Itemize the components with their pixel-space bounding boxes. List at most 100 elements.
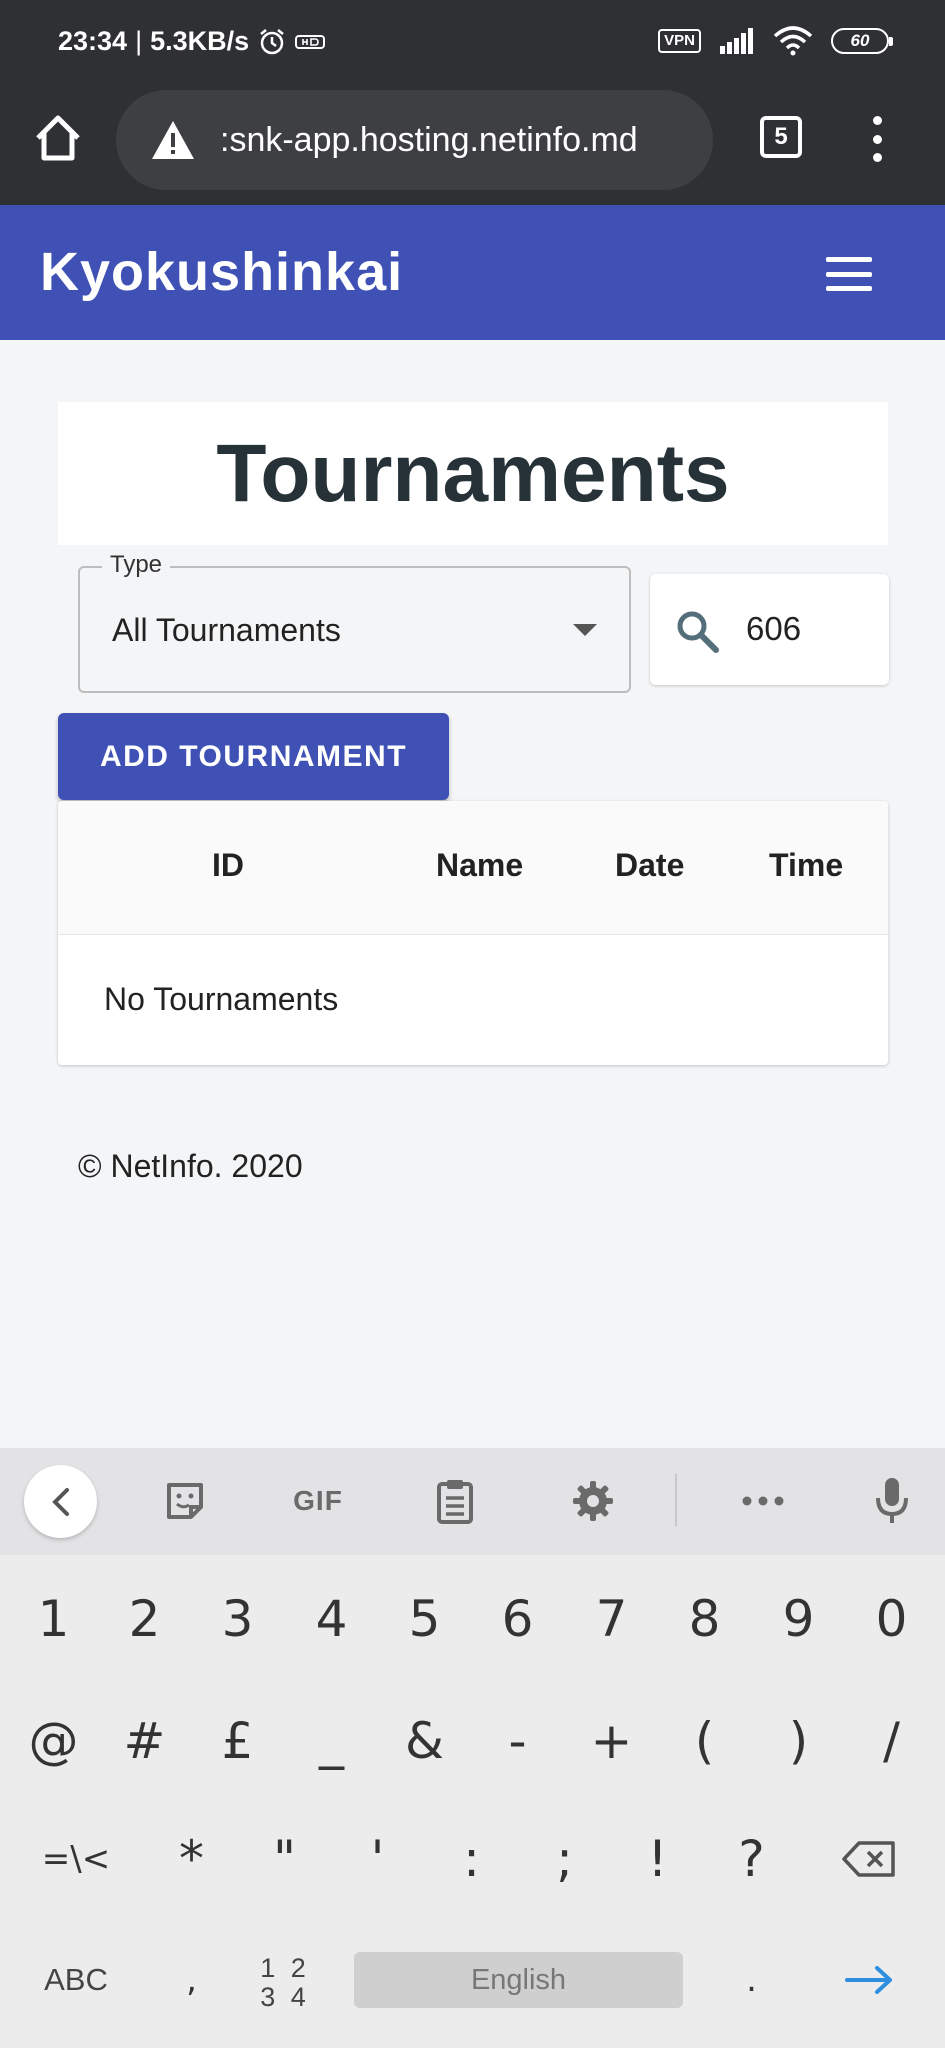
key-plus[interactable]: + (565, 1696, 658, 1786)
sticker-button[interactable] (160, 1478, 210, 1524)
space-key[interactable]: English (354, 1952, 683, 2008)
footer-copyright: © NetInfo. 2020 (78, 1148, 303, 1184)
type-select-value: All Tournaments (112, 612, 341, 648)
hd-icon (295, 34, 326, 49)
gif-button[interactable]: GIF (286, 1478, 350, 1524)
chevron-left-icon (51, 1487, 69, 1516)
key-semicolon[interactable]: ; (518, 1814, 611, 1904)
page-title: Tournaments (216, 427, 730, 519)
signal-icon (720, 28, 753, 54)
key-1[interactable]: 1 (7, 1574, 100, 1664)
on-screen-keyboard: GIF 1 2 3 4 5 6 7 8 9 0 @ # £ _ & - + ( … (0, 1448, 945, 2048)
battery-indicator: 60 (831, 28, 893, 54)
dropdown-arrow-icon (573, 624, 597, 636)
sticker-icon (167, 1483, 203, 1519)
clipboard-button[interactable] (430, 1478, 480, 1524)
key-colon[interactable]: : (425, 1814, 518, 1904)
key-underscore[interactable]: _ (285, 1696, 378, 1786)
key-abc[interactable]: ABC (28, 1935, 124, 2025)
menu-line (826, 271, 872, 277)
app-title[interactable]: Kyokushinkai (40, 241, 403, 303)
tabs-button[interactable]: 5 (760, 116, 802, 158)
arrow-right-icon (844, 1966, 892, 1994)
key-more-symbols[interactable]: =\< (28, 1814, 124, 1904)
home-icon (36, 115, 80, 161)
search-input[interactable]: 606 (650, 574, 889, 685)
more-horizontal-icon (742, 1496, 784, 1506)
status-bar: 23:34 | 5.3KB/s VPN 60 (0, 0, 945, 86)
key-7[interactable]: 7 (565, 1574, 658, 1664)
numpad-label-top: 1 2 (260, 1953, 310, 1983)
key-5[interactable]: 5 (378, 1574, 471, 1664)
table-header: ID Name Date Time (58, 801, 888, 935)
key-4[interactable]: 4 (285, 1574, 378, 1664)
more-options-button[interactable] (858, 116, 896, 162)
key-minus[interactable]: - (471, 1696, 564, 1786)
type-select-label: Type (102, 551, 171, 579)
title-card: Tournaments (58, 402, 888, 545)
url-text[interactable]: :snk-app.hosting.netinfo.md (220, 121, 638, 160)
search-value: 606 (746, 610, 802, 647)
menu-line (826, 286, 872, 291)
key-slash[interactable]: / (845, 1696, 938, 1786)
status-left: 23:34 | 5.3KB/s (58, 26, 326, 57)
alarm-icon (260, 28, 284, 54)
hamburger-menu-button[interactable] (826, 257, 872, 291)
column-header-date[interactable]: Date (615, 847, 684, 884)
keyboard-collapse-button[interactable] (24, 1465, 97, 1538)
key-numpad-switch[interactable]: 1 2 3 4 (240, 1948, 330, 2018)
dot-icon (872, 134, 882, 144)
key-left-paren[interactable]: ( (658, 1696, 751, 1786)
keyboard-toolbar: GIF (0, 1448, 945, 1555)
key-9[interactable]: 9 (752, 1574, 845, 1664)
enter-key[interactable] (822, 1935, 915, 2025)
menu-line (826, 257, 872, 262)
app-header: Kyokushinkai (0, 205, 945, 340)
key-period[interactable]: . (705, 1935, 798, 2025)
clipboard-icon (437, 1480, 473, 1524)
key-single-quote[interactable]: ' (331, 1814, 424, 1904)
voice-input-button[interactable] (872, 1478, 912, 1524)
key-double-quote[interactable]: " (238, 1814, 331, 1904)
keyboard-settings-button[interactable] (568, 1478, 618, 1524)
key-exclamation[interactable]: ! (611, 1814, 704, 1904)
key-comma[interactable]: , (145, 1935, 238, 2025)
column-header-time[interactable]: Time (769, 847, 843, 884)
add-tournament-button[interactable]: ADD TOURNAMENT (58, 713, 449, 800)
status-net-speed: 5.3KB/s (150, 26, 250, 56)
key-right-paren[interactable]: ) (752, 1696, 845, 1786)
browser-toolbar: :snk-app.hosting.netinfo.md 5 (0, 86, 945, 205)
empty-table-message: No Tournaments (104, 981, 339, 1017)
key-6[interactable]: 6 (471, 1574, 564, 1664)
warning-icon[interactable] (150, 119, 196, 161)
backspace-key[interactable] (822, 1814, 915, 1904)
vpn-badge: VPN (658, 29, 701, 53)
address-bar[interactable]: :snk-app.hosting.netinfo.md (116, 90, 713, 190)
dot-icon (872, 116, 882, 125)
type-select[interactable]: Type All Tournaments (78, 551, 631, 693)
key-asterisk[interactable]: * (145, 1814, 238, 1904)
key-at[interactable]: @ (7, 1696, 100, 1786)
status-right: VPN 60 (658, 26, 893, 56)
backspace-icon (841, 1841, 895, 1877)
column-header-name[interactable]: Name (436, 847, 523, 884)
key-hash[interactable]: # (98, 1696, 191, 1786)
toolbar-divider (675, 1474, 677, 1526)
key-3[interactable]: 3 (191, 1574, 284, 1664)
gif-label: GIF (293, 1485, 343, 1516)
microphone-icon (876, 1478, 908, 1523)
status-separator: | (135, 26, 143, 56)
key-ampersand[interactable]: & (378, 1696, 471, 1786)
tournaments-table: ID Name Date Time No Tournaments (58, 801, 888, 1065)
key-8[interactable]: 8 (658, 1574, 751, 1664)
wifi-icon (773, 26, 813, 56)
more-tools-button[interactable] (738, 1478, 788, 1524)
key-2[interactable]: 2 (98, 1574, 191, 1664)
home-button[interactable] (28, 108, 88, 168)
column-header-id[interactable]: ID (212, 847, 244, 884)
key-question[interactable]: ? (705, 1814, 798, 1904)
gear-icon (573, 1481, 613, 1521)
key-0[interactable]: 0 (845, 1574, 938, 1664)
key-pound[interactable]: £ (191, 1696, 284, 1786)
status-time: 23:34 (58, 26, 128, 56)
